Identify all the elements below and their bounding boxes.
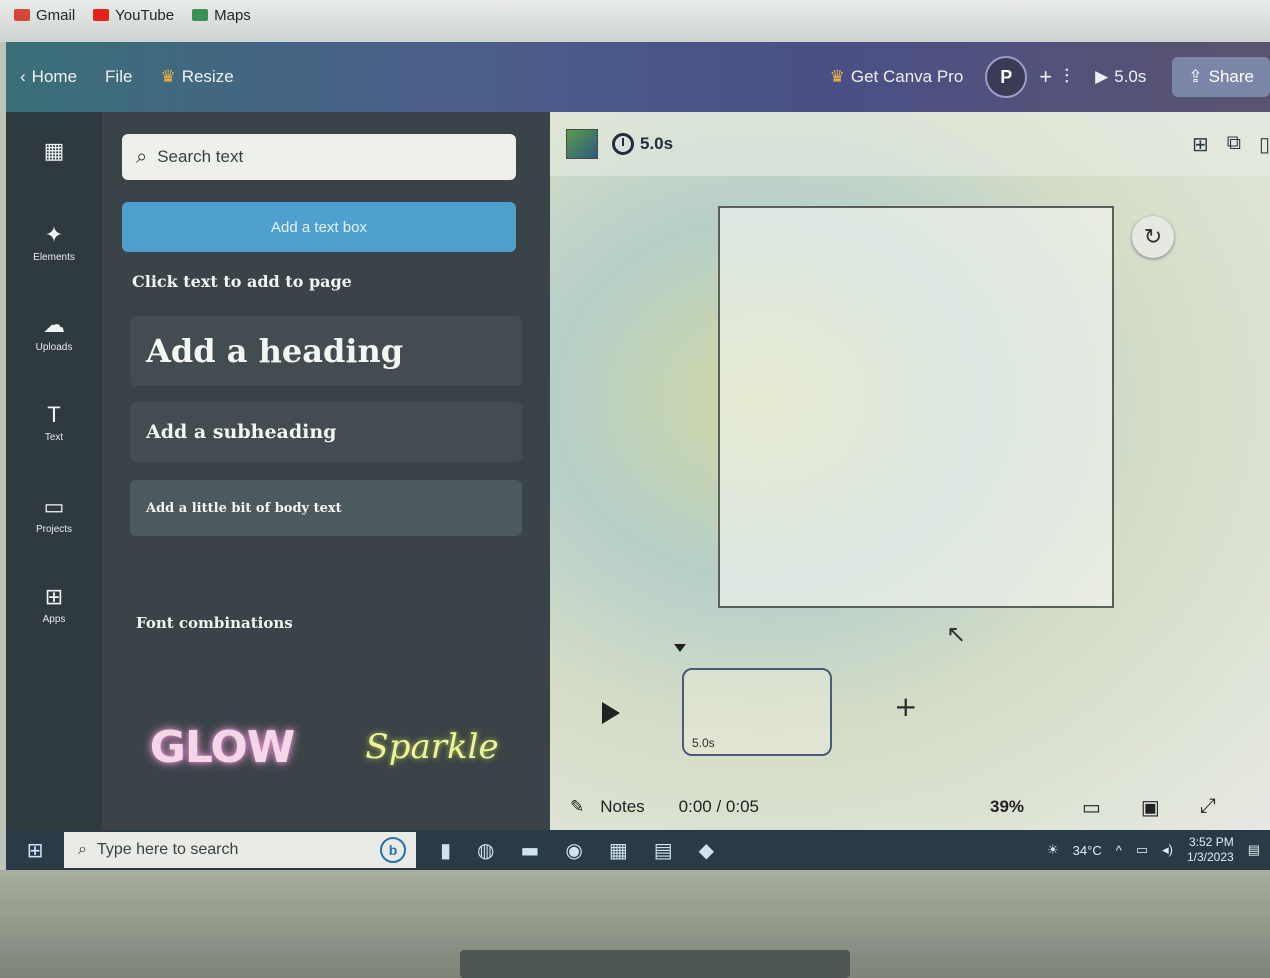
notes-icon[interactable]: ✎: [570, 797, 584, 817]
play-icon: ▶: [1095, 67, 1109, 86]
font-combo-glow[interactable]: GLOW: [132, 682, 312, 812]
share-button[interactable]: ⇪ Share: [1172, 57, 1270, 97]
taskbar-search-input[interactable]: ⌕ Type here to search b: [64, 832, 416, 868]
add-subheading-tile[interactable]: Add a subheading: [130, 402, 522, 462]
timeline-icon[interactable]: ▭: [1082, 795, 1101, 820]
maps-icon: [192, 9, 209, 21]
volume-icon[interactable]: ◂): [1162, 842, 1173, 858]
bookmark-maps[interactable]: Maps: [192, 7, 251, 24]
taskbar-clock[interactable]: 3:52 PM 1/3/2023: [1187, 835, 1234, 865]
system-tray: ☀ 34°C ^ ▭ ◂) 3:52 PM 1/3/2023 ▤: [1047, 835, 1270, 865]
search-text-input[interactable]: ⌕ Search text: [122, 134, 516, 180]
word-icon[interactable]: ▤: [654, 838, 673, 862]
clock-icon: [612, 133, 634, 155]
add-heading-tile[interactable]: Add a heading: [130, 316, 522, 386]
avatar[interactable]: P: [985, 56, 1028, 98]
rail-item-projects[interactable]: ▭ Projects: [6, 494, 102, 535]
resize-button[interactable]: ♛ Resize: [146, 67, 247, 87]
font-combo-sparkle[interactable]: Sparkle: [342, 682, 522, 812]
bookmarks-bar: Gmail YouTube Maps: [0, 0, 251, 30]
add-text-box-button[interactable]: Add a text box: [122, 202, 516, 252]
delete-page-icon[interactable]: ▯: [1259, 132, 1270, 157]
rail-item-uploads[interactable]: ☁ Uploads: [6, 312, 102, 353]
uploads-icon: ☁: [43, 312, 65, 337]
text-icon: T: [47, 402, 61, 427]
text-panel: ⌕ Search text Add a text box Click text …: [102, 112, 550, 830]
pages-icon[interactable]: ▣: [1141, 795, 1160, 820]
mouse-cursor-icon: ↖: [946, 620, 967, 648]
weather-icon[interactable]: ☀: [1047, 842, 1059, 858]
fullscreen-icon[interactable]: ⤢: [1200, 795, 1216, 820]
page-duration-button[interactable]: 5.0s: [612, 133, 673, 155]
laptop-hinge: [460, 950, 850, 978]
background-thumbnail[interactable]: [566, 129, 598, 159]
elements-icon: ✦: [44, 222, 64, 247]
click-text-hint: Click text to add to page: [132, 272, 352, 291]
play-preview-button[interactable]: ▶ 5.0s: [1081, 67, 1160, 87]
file-explorer-icon[interactable]: ▬: [520, 838, 539, 862]
add-collaborator-icon[interactable]: +: [1039, 64, 1052, 90]
edge-icon[interactable]: ◍: [477, 838, 494, 862]
laptop-screen: ‹ Home File ♛ Resize ♛ Get Canva Pro P +…: [6, 42, 1270, 870]
timeline-clip[interactable]: 5.0s: [682, 668, 832, 756]
duplicate-page-icon[interactable]: ⧉: [1227, 132, 1241, 157]
analytics-icon[interactable]: ⫶: [1064, 66, 1069, 89]
rail-item-apps[interactable]: ⊞ Apps: [6, 584, 102, 625]
crown-icon: ♛: [160, 67, 176, 86]
excel-icon[interactable]: ▦: [609, 838, 628, 862]
bookmark-youtube[interactable]: YouTube: [93, 7, 174, 24]
bottom-bar: ✎ Notes 0:00 / 0:05 39% ▭ ▣ ⤢: [550, 784, 1270, 830]
zoom-level[interactable]: 39%: [990, 797, 1024, 817]
get-canva-pro-button[interactable]: ♛ Get Canva Pro: [820, 61, 974, 93]
crown-icon: ♛: [829, 67, 845, 86]
design-page[interactable]: [718, 206, 1114, 608]
templates-icon: ▦: [43, 138, 65, 163]
share-icon: ⇪: [1188, 67, 1203, 86]
add-clip-icon[interactable]: +: [894, 690, 917, 723]
home-button[interactable]: ‹ Home: [6, 67, 91, 87]
search-icon: ⌕: [78, 841, 87, 858]
chevron-up-icon[interactable]: ^: [1116, 843, 1122, 858]
bookmark-gmail[interactable]: Gmail: [14, 7, 75, 24]
notifications-icon[interactable]: ▤: [1248, 842, 1260, 858]
file-menu-button[interactable]: File: [91, 67, 146, 87]
page-toolbar: 5.0s ⊞ ⧉ ▯: [550, 112, 1270, 176]
app-icon[interactable]: ◆: [699, 838, 714, 862]
design-workspace: 5.0s ⊞ ⧉ ▯ ↻ ↖ 5.0s + ✎ Notes 0:00 / 0:0…: [550, 112, 1270, 830]
playhead-marker-icon[interactable]: [674, 644, 686, 652]
chevron-left-icon: ‹: [20, 67, 26, 86]
canva-topbar: ‹ Home File ♛ Resize ♛ Get Canva Pro P +…: [6, 42, 1270, 112]
notes-button[interactable]: Notes: [600, 797, 644, 817]
play-icon[interactable]: [602, 702, 620, 724]
youtube-icon: [93, 9, 110, 21]
bing-icon[interactable]: b: [380, 837, 406, 863]
chrome-icon[interactable]: ◉: [565, 838, 582, 862]
rail-item-elements[interactable]: ✦ Elements: [6, 222, 102, 263]
projects-icon: ▭: [43, 494, 65, 519]
windows-taskbar: ⊞ ⌕ Type here to search b ▮ ◍ ▬ ◉ ▦ ▤ ◆ …: [6, 830, 1270, 870]
search-icon: ⌕: [136, 145, 148, 168]
apps-icon: ⊞: [44, 584, 64, 609]
refresh-icon[interactable]: ↻: [1132, 216, 1174, 258]
rail-item-text[interactable]: T Text: [6, 402, 102, 443]
weather-temp[interactable]: 34°C: [1073, 843, 1102, 858]
font-combinations-title: Font combinations: [136, 614, 293, 632]
add-page-icon[interactable]: ⊞: [1192, 132, 1209, 157]
side-rail: ▦ ✦ Elements ☁ Uploads T Text ▭ Projects…: [6, 112, 102, 830]
add-body-text-tile[interactable]: Add a little bit of body text: [130, 480, 522, 536]
network-icon[interactable]: ▭: [1136, 842, 1148, 858]
rail-item-top[interactable]: ▦: [6, 138, 102, 168]
windows-start-icon[interactable]: ⊞: [6, 830, 64, 870]
playback-time: 0:00 / 0:05: [678, 797, 760, 816]
gmail-icon: [14, 9, 30, 21]
task-view-icon[interactable]: ▮: [440, 838, 451, 862]
